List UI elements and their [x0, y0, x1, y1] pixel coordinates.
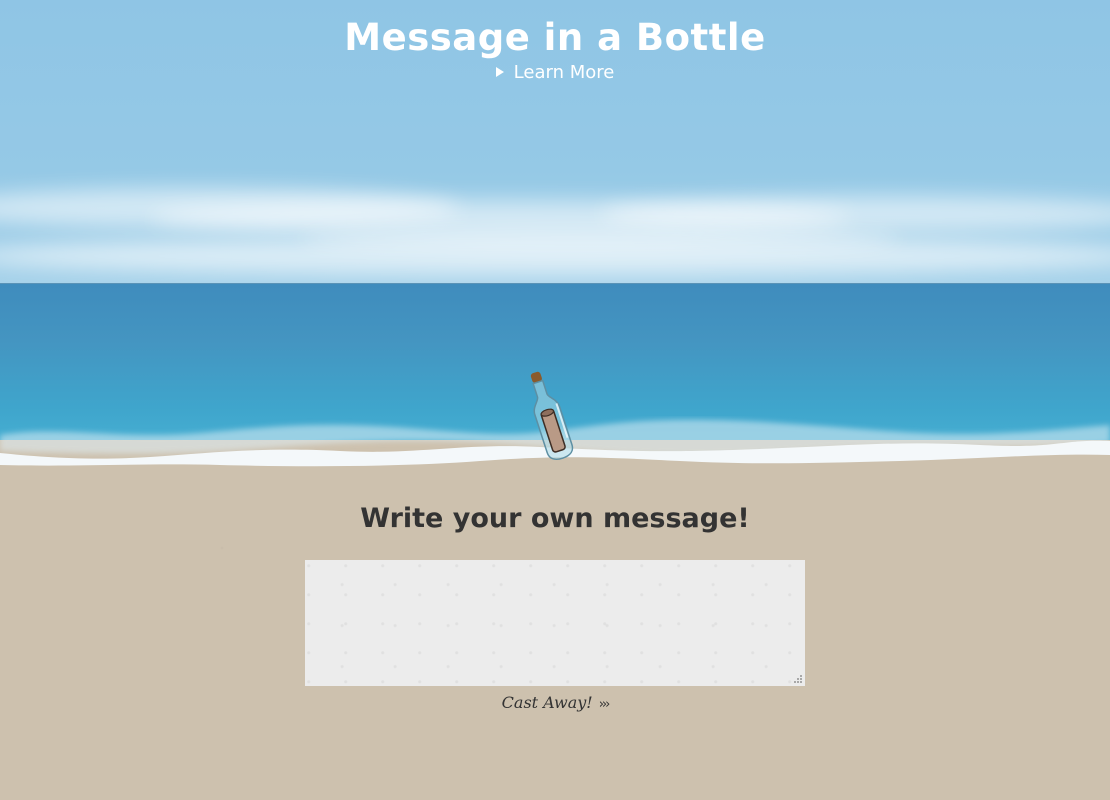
write-message-heading: Write your own message!	[360, 503, 750, 534]
page-title: Message in a Bottle	[344, 16, 766, 59]
message-textarea[interactable]	[305, 560, 805, 686]
cast-away-button[interactable]: Cast Away! ›››	[0, 693, 1110, 712]
learn-more-link[interactable]: Learn More	[0, 62, 1110, 83]
triple-chevron-right-icon: ›››	[598, 697, 611, 712]
learn-more-label: Learn More	[513, 62, 615, 83]
cast-away-label: Cast Away!	[501, 693, 593, 712]
bottle-image	[530, 371, 574, 461]
resize-grip-icon[interactable]	[793, 674, 803, 684]
play-triangle-icon	[495, 67, 504, 77]
